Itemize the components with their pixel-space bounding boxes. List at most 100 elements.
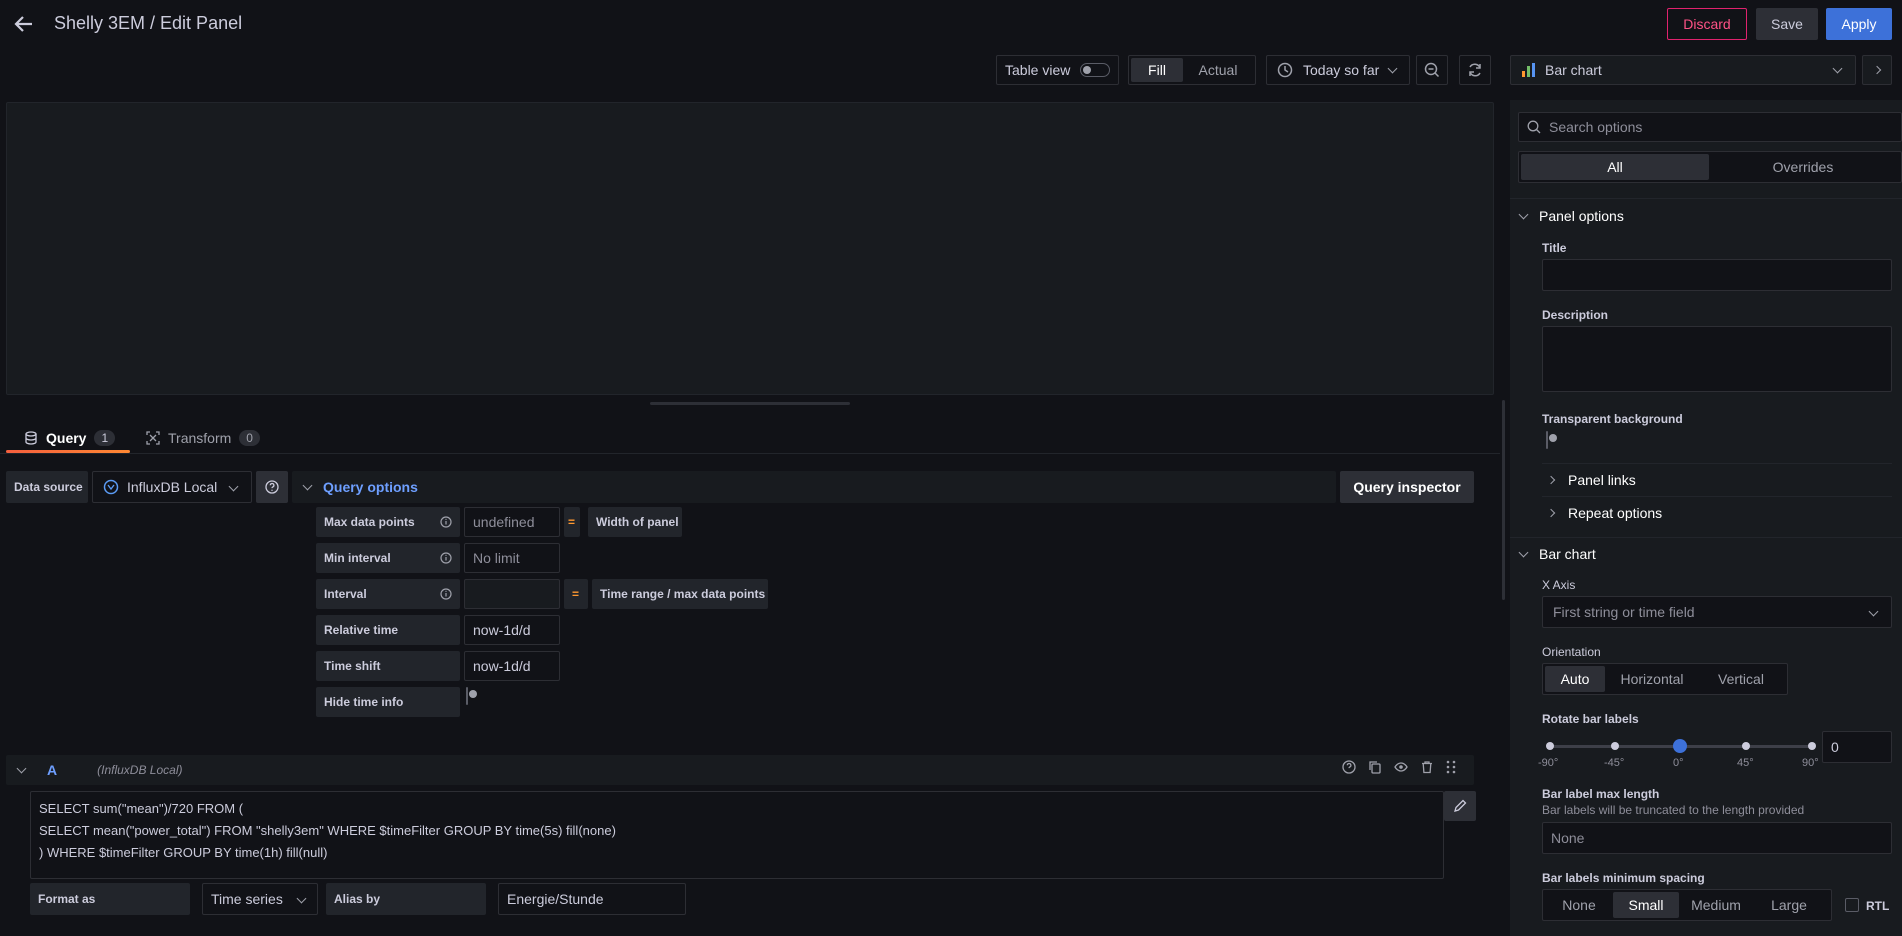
tab-transform-label: Transform (168, 430, 232, 446)
query-inspector-button[interactable]: Query inspector (1340, 471, 1474, 503)
collapse-options-button[interactable] (1862, 55, 1892, 85)
equals-sign: = (564, 579, 588, 609)
orientation-horizontal[interactable]: Horizontal (1605, 666, 1699, 692)
search-icon (1527, 120, 1541, 134)
spacing-small[interactable]: Small (1613, 892, 1679, 918)
width-of-panel-label: Width of panel (588, 507, 682, 537)
query-options-header[interactable]: Query options (292, 471, 1336, 503)
datasource-picker[interactable]: InfluxDB Local (92, 471, 252, 503)
max-length-label: Bar label max length (1542, 787, 1660, 801)
transparent-bg-switch[interactable] (1546, 431, 1548, 449)
alias-by-label: Alias by (326, 883, 486, 915)
visualization-label: Bar chart (1545, 62, 1602, 78)
title-input[interactable] (1542, 259, 1892, 291)
description-textarea[interactable] (1542, 326, 1892, 392)
orientation-toggle[interactable]: Auto Horizontal Vertical (1542, 663, 1788, 695)
tab-query[interactable]: Query 1 (14, 424, 125, 452)
datasource-help-button[interactable] (256, 471, 288, 503)
trash-icon[interactable] (1420, 760, 1434, 774)
x-axis-value: First string or time field (1553, 604, 1695, 620)
rotate-labels-label: Rotate bar labels (1542, 712, 1639, 726)
panel-preview (6, 102, 1494, 395)
refresh-button[interactable] (1459, 55, 1491, 85)
x-axis-select[interactable]: First string or time field (1542, 596, 1892, 628)
splitter-handle[interactable] (650, 402, 850, 405)
max-length-input[interactable]: None (1542, 822, 1892, 854)
min-spacing-toggle[interactable]: None Small Medium Large (1542, 889, 1832, 921)
equals-sign: = (564, 507, 580, 537)
alias-by-input[interactable]: Energie/Stunde (498, 883, 686, 915)
panel-options-section-header[interactable]: Panel options (1518, 206, 1624, 226)
database-icon (25, 431, 37, 445)
datasource-name: InfluxDB Local (127, 479, 218, 495)
chevron-down-icon (1832, 63, 1843, 74)
actual-button[interactable]: Actual (1183, 58, 1253, 82)
bar-chart-section-header[interactable]: Bar chart (1518, 544, 1596, 564)
title-label: Title (1542, 241, 1567, 255)
visualization-picker[interactable]: Bar chart (1510, 55, 1856, 85)
rotate-value-input[interactable]: 0 (1822, 731, 1892, 763)
orientation-vertical[interactable]: Vertical (1699, 666, 1783, 692)
all-overrides-toggle[interactable]: All Overrides (1518, 151, 1902, 183)
overrides-tab[interactable]: Overrides (1709, 154, 1897, 180)
eye-icon[interactable] (1394, 760, 1408, 774)
panel-links-header[interactable]: Panel links (1546, 470, 1636, 490)
interval-label: Interval (316, 579, 460, 609)
zoom-out-button[interactable] (1416, 55, 1448, 85)
query-line-1: SELECT sum("mean")/720 FROM ( (39, 801, 244, 816)
table-view-switch[interactable] (1080, 63, 1111, 77)
spacing-large[interactable]: Large (1753, 892, 1825, 918)
back-arrow-icon[interactable] (12, 12, 36, 36)
time-range-picker[interactable]: Today so far (1266, 55, 1410, 85)
chevron-down-icon[interactable] (16, 763, 27, 773)
spacing-medium[interactable]: Medium (1679, 892, 1753, 918)
save-button[interactable]: Save (1756, 8, 1818, 40)
orientation-label: Orientation (1542, 645, 1601, 659)
panel-links-title: Panel links (1568, 472, 1636, 488)
table-view-toggle[interactable]: Table view (996, 55, 1119, 85)
chevron-down-icon (1518, 547, 1529, 557)
rtl-checkbox[interactable] (1845, 898, 1859, 912)
query-datasource-name: (InfluxDB Local) (97, 763, 183, 777)
page-title: Shelly 3EM / Edit Panel (54, 13, 243, 33)
discard-button[interactable]: Discard (1667, 8, 1747, 40)
relative-time-label: Relative time (316, 615, 460, 645)
format-as-select[interactable]: Time series (202, 883, 318, 915)
edit-query-button[interactable] (1444, 791, 1476, 821)
all-tab[interactable]: All (1521, 154, 1709, 180)
max-data-points-input[interactable]: undefined (464, 507, 560, 537)
chevron-down-icon (296, 893, 307, 904)
query-row-header[interactable]: A (InfluxDB Local) (6, 755, 1474, 785)
time-range-label: Today so far (1303, 62, 1380, 78)
query-ref-id[interactable]: A (47, 762, 57, 778)
search-options-input[interactable]: Search options (1518, 112, 1902, 142)
spacing-none[interactable]: None (1545, 892, 1613, 918)
raw-query-editor[interactable]: SELECT sum("mean")/720 FROM ( SELECT mea… (30, 791, 1444, 879)
influxdb-icon (103, 479, 119, 495)
apply-button[interactable]: Apply (1826, 8, 1892, 40)
editor-divider (0, 453, 1500, 454)
relative-time-input[interactable]: now-1d/d (464, 615, 560, 645)
repeat-options-title: Repeat options (1568, 505, 1663, 521)
clock-icon (1277, 62, 1293, 78)
rotate-tick-label: 0° (1673, 757, 1684, 769)
tab-transform[interactable]: Transform 0 (146, 424, 260, 452)
fill-actual-toggle[interactable]: Fill Actual (1128, 55, 1256, 85)
refresh-icon (1469, 63, 1481, 77)
copy-icon[interactable] (1368, 760, 1382, 774)
rotate-tick-label: 45° (1737, 757, 1754, 769)
table-view-label: Table view (1005, 62, 1071, 78)
orientation-auto[interactable]: Auto (1545, 666, 1605, 692)
min-interval-input[interactable]: No limit (464, 543, 560, 573)
editor-scrollbar[interactable] (1502, 400, 1505, 600)
info-icon (440, 516, 452, 528)
rotate-slider-handle[interactable] (1673, 739, 1687, 753)
drag-handle-icon[interactable] (1446, 760, 1456, 774)
hide-time-info-switch[interactable] (466, 687, 468, 705)
fill-button[interactable]: Fill (1131, 58, 1183, 82)
min-interval-label: Min interval (316, 543, 460, 573)
repeat-options-header[interactable]: Repeat options (1546, 503, 1663, 523)
x-axis-label: X Axis (1542, 578, 1576, 592)
question-circle-icon[interactable] (1342, 760, 1356, 774)
time-shift-input[interactable]: now-1d/d (464, 651, 560, 681)
